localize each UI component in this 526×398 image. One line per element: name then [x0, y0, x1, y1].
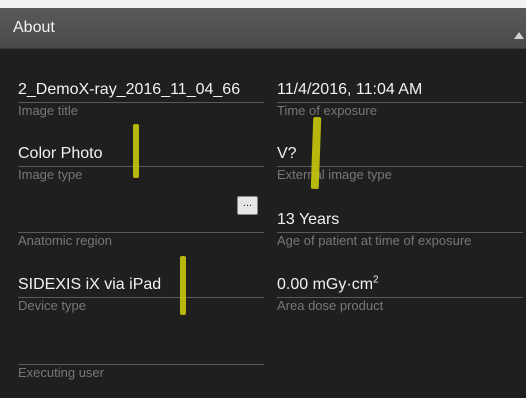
about-panel: About 2_DemoX-ray_2016_11_04_66 Image ti… [0, 0, 526, 398]
time-of-exposure-value[interactable]: 11/4/2016, 11:04 AM [277, 78, 523, 103]
time-of-exposure-label: Time of exposure [277, 103, 377, 118]
about-header[interactable]: About [0, 8, 526, 49]
about-title: About [13, 19, 55, 36]
external-image-type-label: External image type [277, 167, 392, 182]
image-title-label: Image title [18, 103, 78, 118]
executing-user-label: Executing user [18, 365, 104, 380]
age-of-patient-field: 13 Years Age of patient at time of expos… [277, 208, 523, 256]
image-type-label: Image type [18, 167, 83, 182]
area-dose-product-unit-superscript: 2 [373, 274, 379, 286]
area-dose-product-number: 0.00 mGy·cm [277, 276, 374, 293]
image-type-value[interactable]: Color Photo [18, 142, 264, 167]
image-title-value[interactable]: 2_DemoX-ray_2016_11_04_66 [18, 78, 264, 103]
annotation-mark-image-type [133, 124, 139, 178]
top-strip [0, 0, 526, 8]
area-dose-product-field: 0.00 mGy·cm2 Area dose product [277, 273, 523, 321]
image-title-field: 2_DemoX-ray_2016_11_04_66 Image title [18, 78, 264, 126]
age-of-patient-value[interactable]: 13 Years [277, 208, 523, 233]
ellipsis-icon[interactable]: ... [237, 196, 258, 215]
annotation-mark-device-type [180, 256, 186, 315]
area-dose-product-value[interactable]: 0.00 mGy·cm2 [277, 273, 523, 298]
device-type-field: SIDEXIS iX via iPad Device type [18, 273, 264, 321]
image-type-field: Color Photo Image type [18, 142, 264, 190]
area-dose-product-label: Area dose product [277, 298, 384, 313]
anatomic-region-field: Anatomic region ... [18, 196, 264, 256]
anatomic-region-label: Anatomic region [18, 233, 112, 248]
device-type-value[interactable]: SIDEXIS iX via iPad [18, 273, 264, 298]
chevron-up-icon[interactable] [514, 32, 524, 39]
device-type-label: Device type [18, 298, 86, 313]
age-of-patient-label: Age of patient at time of exposure [277, 233, 472, 248]
anatomic-region-value[interactable] [18, 208, 264, 233]
executing-user-value[interactable] [18, 340, 264, 365]
executing-user-field: Executing user [18, 340, 264, 388]
